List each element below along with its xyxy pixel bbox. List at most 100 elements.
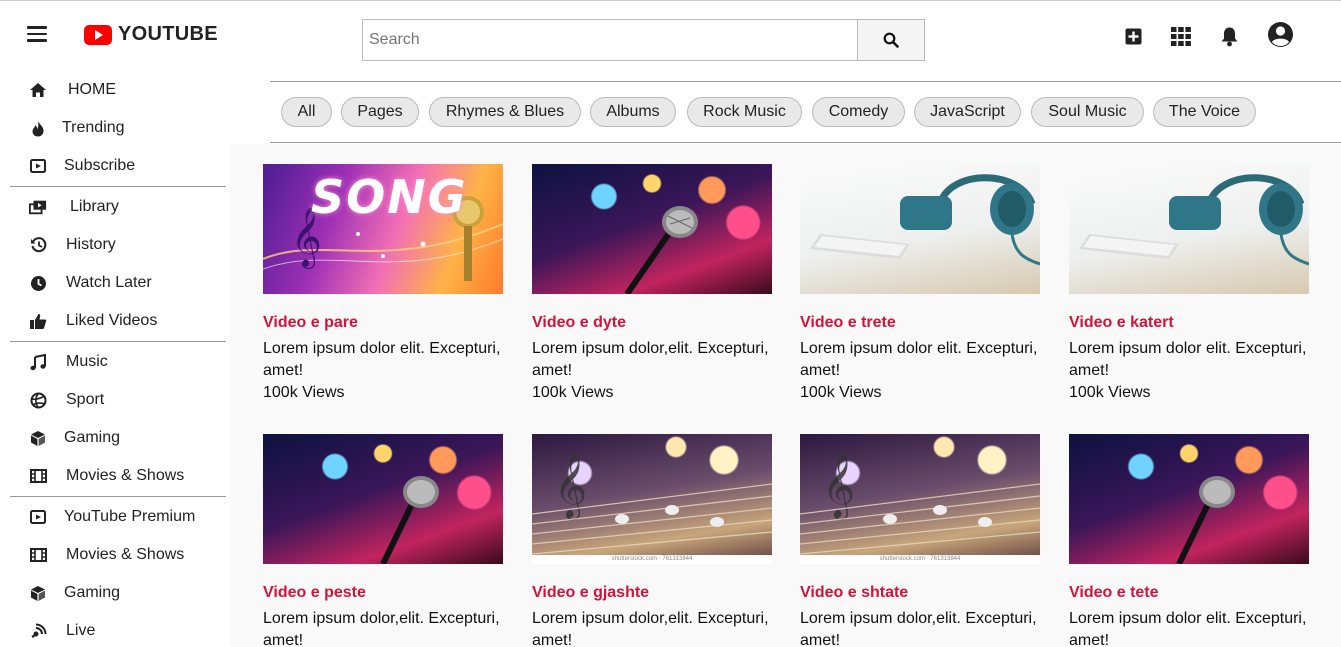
chip-pages[interactable]: Pages — [341, 97, 419, 127]
video-description: Lorem ipsum dolor,elit. Excepturi, amet! — [263, 610, 500, 647]
category-chips-bar: All Pages Rhymes & Blues Albums Rock Mus… — [270, 81, 1341, 143]
thumbnail-watermark: shutterstock.com · 761313844 — [532, 555, 772, 564]
subscriptions-icon — [29, 508, 47, 526]
sidebar-divider — [10, 186, 226, 187]
logo-text: YOUTUBE — [118, 23, 218, 45]
subscriptions-icon — [29, 157, 47, 175]
sidebar-item-watch-later[interactable]: Watch Later — [10, 264, 226, 302]
search-button[interactable] — [857, 19, 925, 61]
create-video-button[interactable] — [1125, 28, 1142, 50]
video-title[interactable]: Video e shtate — [800, 584, 1040, 602]
video-description: Lorem ipsum dolor elit. Excepturi, amet! — [800, 340, 1038, 379]
chip-all[interactable]: All — [281, 97, 332, 127]
video-thumbnail[interactable] — [263, 434, 503, 564]
sidebar-item-liked-videos[interactable]: Liked Videos — [10, 302, 226, 340]
video-title[interactable]: Video e pare — [263, 314, 503, 332]
video-grid: 𝄞 SONG Video e pare Lorem ipsum dolor el… — [230, 144, 1341, 647]
chip-rock-music[interactable]: Rock Music — [687, 97, 802, 127]
video-title[interactable]: Video e tete — [1069, 584, 1309, 602]
video-description: Lorem ipsum dolor,elit. Excepturi, amet! — [800, 610, 1037, 647]
sidebar-divider — [10, 341, 226, 342]
sidebar-item-label: Movies & Shows — [66, 467, 185, 484]
video-card[interactable]: Video e katert Lorem ipsum dolor elit. E… — [1069, 164, 1309, 404]
library-icon — [29, 198, 47, 216]
history-icon — [29, 236, 47, 254]
film-icon — [29, 546, 47, 564]
chip-the-voice[interactable]: The Voice — [1153, 97, 1256, 127]
video-thumbnail[interactable] — [1069, 434, 1309, 564]
notifications-button[interactable] — [1220, 26, 1239, 52]
video-description: Lorem ipsum dolor,elit. Excepturi, amet! — [532, 340, 769, 379]
sidebar-item-library[interactable]: Library — [10, 188, 226, 226]
chip-comedy[interactable]: Comedy — [812, 97, 905, 127]
sidebar-item-label: History — [66, 236, 116, 253]
video-thumbnail[interactable] — [1069, 164, 1309, 294]
video-card[interactable]: 𝄞 shutterstock.com · 761313844 Video e g… — [532, 434, 772, 647]
sidebar-item-gaming[interactable]: Gaming — [10, 419, 226, 457]
chip-soul-music[interactable]: Soul Music — [1031, 97, 1144, 127]
sidebar-item-label: Trending — [62, 119, 125, 136]
video-card[interactable]: 𝄞 SONG Video e pare Lorem ipsum dolor el… — [263, 164, 503, 404]
sidebar-item-label: Watch Later — [66, 274, 152, 291]
search-icon — [883, 32, 899, 48]
sidebar-item-label: Sport — [66, 391, 105, 408]
video-views: 100k Views — [532, 384, 614, 401]
sidebar-item-movies-shows-2[interactable]: Movies & Shows — [10, 536, 226, 574]
chip-javascript[interactable]: JavaScript — [914, 97, 1021, 127]
video-card[interactable]: 𝄞 shutterstock.com · 761313844 Video e s… — [800, 434, 1040, 647]
video-title[interactable]: Video e gjashte — [532, 584, 772, 602]
sidebar-item-label: Liked Videos — [66, 312, 158, 329]
video-card[interactable]: Video e trete Lorem ipsum dolor elit. Ex… — [800, 164, 1040, 404]
sidebar-item-sport[interactable]: Sport — [10, 381, 226, 419]
video-thumbnail[interactable] — [800, 164, 1040, 294]
video-thumbnail[interactable]: 𝄞 shutterstock.com · 761313844 — [800, 434, 1040, 564]
sidebar-item-trending[interactable]: Trending — [10, 109, 226, 147]
hamburger-menu-icon[interactable] — [27, 26, 47, 42]
create-icon — [1125, 28, 1142, 45]
bell-icon — [1221, 27, 1238, 47]
youtube-play-icon — [84, 24, 112, 45]
video-title[interactable]: Video e katert — [1069, 314, 1309, 332]
apps-button[interactable] — [1171, 27, 1191, 51]
chip-rhymes-blues[interactable]: Rhymes & Blues — [429, 97, 581, 127]
sidebar-item-label: Gaming — [64, 584, 121, 601]
sidebar-item-movies-shows[interactable]: Movies & Shows — [10, 457, 226, 495]
sidebar-item-youtube-premium[interactable]: YouTube Premium — [10, 498, 226, 536]
sidebar-item-gaming-2[interactable]: Gaming — [10, 574, 226, 612]
video-views: 100k Views — [800, 384, 882, 401]
chip-albums[interactable]: Albums — [590, 97, 676, 127]
video-thumbnail[interactable]: 𝄞 shutterstock.com · 761313844 — [532, 434, 772, 564]
video-card[interactable]: Video e dyte Lorem ipsum dolor,elit. Exc… — [532, 164, 772, 404]
video-card[interactable]: Video e peste Lorem ipsum dolor,elit. Ex… — [263, 434, 503, 647]
video-thumbnail[interactable] — [532, 164, 772, 294]
sidebar-item-live[interactable]: Live — [10, 612, 226, 647]
video-thumbnail[interactable]: 𝄞 SONG — [263, 164, 503, 294]
sidebar-item-music[interactable]: Music — [10, 343, 226, 381]
video-title[interactable]: Video e dyte — [532, 314, 772, 332]
account-circle-icon — [1268, 22, 1293, 47]
sidebar-item-label: Live — [66, 622, 96, 639]
sidebar-item-label: Library — [70, 198, 119, 215]
video-description: Lorem ipsum dolor elit. Excepturi, amet! — [263, 340, 501, 379]
video-views: 100k Views — [1069, 384, 1151, 401]
thumbnail-watermark: shutterstock.com · 761313844 — [800, 555, 1040, 564]
home-icon — [29, 81, 47, 99]
account-button[interactable] — [1267, 21, 1294, 53]
search-input[interactable] — [362, 19, 857, 61]
live-icon — [29, 622, 47, 640]
sidebar-item-history[interactable]: History — [10, 226, 226, 264]
cube-icon — [29, 429, 47, 447]
sidebar-item-label: Music — [66, 353, 108, 370]
sidebar-item-subscribe[interactable]: Subscribe — [10, 147, 226, 185]
video-card[interactable]: Video e tete Lorem ipsum dolor elit. Exc… — [1069, 434, 1309, 647]
video-description: Lorem ipsum dolor elit. Excepturi, amet! — [1069, 340, 1307, 379]
svg-text:𝄞: 𝄞 — [822, 453, 855, 520]
thumbnail-song-text: SONG — [311, 170, 468, 224]
sidebar-item-home[interactable]: HOME — [10, 71, 226, 109]
ball-icon — [29, 391, 47, 409]
sidebar-item-label: Subscribe — [64, 157, 136, 174]
video-title[interactable]: Video e peste — [263, 584, 503, 602]
video-description: Lorem ipsum dolor,elit. Excepturi, amet! — [532, 610, 769, 647]
video-title[interactable]: Video e trete — [800, 314, 1040, 332]
youtube-logo[interactable]: YOUTUBE — [84, 23, 218, 46]
